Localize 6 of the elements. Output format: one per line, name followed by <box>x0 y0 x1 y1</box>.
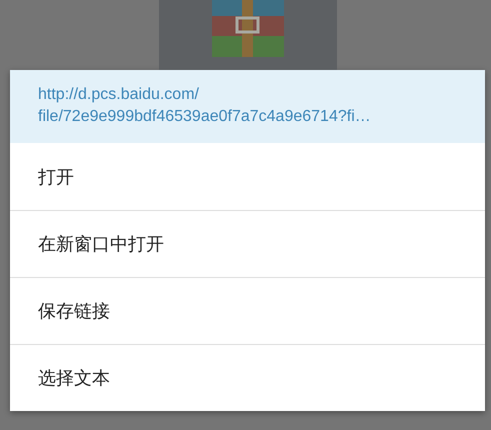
menu-item[interactable]: 打开 <box>10 143 485 210</box>
menu-item[interactable]: 选择文本 <box>10 344 485 411</box>
archive-icon <box>212 0 284 57</box>
menu-item[interactable]: 保存链接 <box>10 277 485 344</box>
menu-item[interactable]: 在新窗口中打开 <box>10 210 485 277</box>
link-url: http://d.pcs.baidu.com/ file/72e9e999bdf46539ae0f7a7c4a9e6714?fi… <box>38 85 372 127</box>
